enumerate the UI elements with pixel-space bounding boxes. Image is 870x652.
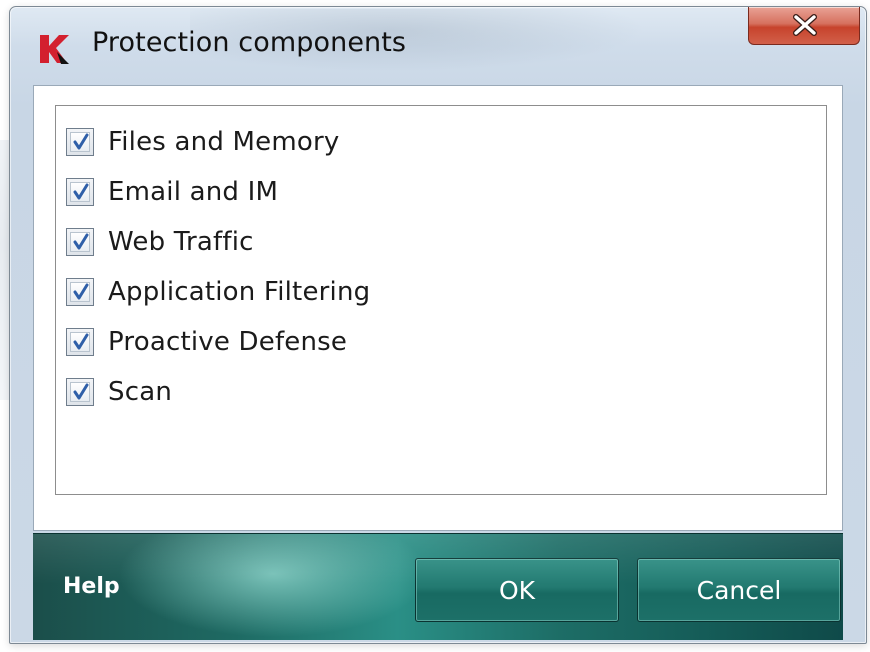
checkbox-scan[interactable]: [66, 378, 94, 406]
checkbox-files-and-memory[interactable]: [66, 128, 94, 156]
component-label: Web Traffic: [108, 227, 254, 257]
components-list: Files and Memory Email and IM Web Traffi…: [55, 105, 827, 495]
checkmark-icon: [73, 233, 89, 250]
component-label: Application Filtering: [108, 277, 371, 307]
checkbox-email-and-im[interactable]: [66, 178, 94, 206]
checkmark-icon: [73, 333, 89, 350]
component-label: Files and Memory: [108, 127, 340, 157]
component-email-and-im[interactable]: Email and IM: [56, 167, 826, 217]
component-scan[interactable]: Scan: [56, 367, 826, 417]
checkmark-icon: [73, 383, 89, 400]
screen: Protection components Files and Memory E…: [0, 0, 870, 652]
help-link[interactable]: Help: [63, 574, 120, 599]
close-button[interactable]: [748, 7, 860, 45]
component-web-traffic[interactable]: Web Traffic: [56, 217, 826, 267]
checkmark-icon: [73, 183, 89, 200]
dialog-content: Files and Memory Email and IM Web Traffi…: [33, 85, 843, 531]
close-icon: [793, 14, 817, 36]
protection-components-dialog: Protection components Files and Memory E…: [9, 6, 867, 644]
component-label: Email and IM: [108, 177, 279, 207]
checkbox-application-filtering[interactable]: [66, 278, 94, 306]
checkbox-web-traffic[interactable]: [66, 228, 94, 256]
checkmark-icon: [73, 133, 89, 150]
kaspersky-logo-icon: [38, 33, 72, 65]
ok-button[interactable]: OK: [415, 558, 619, 622]
component-label: Scan: [108, 377, 173, 407]
checkmark-icon: [73, 283, 89, 300]
component-proactive-defense[interactable]: Proactive Defense: [56, 317, 826, 367]
cancel-button[interactable]: Cancel: [637, 558, 841, 622]
component-label: Proactive Defense: [108, 327, 348, 357]
dialog-footer: Help OK Cancel: [33, 533, 843, 640]
checkbox-proactive-defense[interactable]: [66, 328, 94, 356]
component-application-filtering[interactable]: Application Filtering: [56, 267, 826, 317]
dialog-title: Protection components: [92, 27, 407, 58]
title-bar[interactable]: Protection components: [10, 7, 866, 83]
component-files-and-memory[interactable]: Files and Memory: [56, 117, 826, 167]
